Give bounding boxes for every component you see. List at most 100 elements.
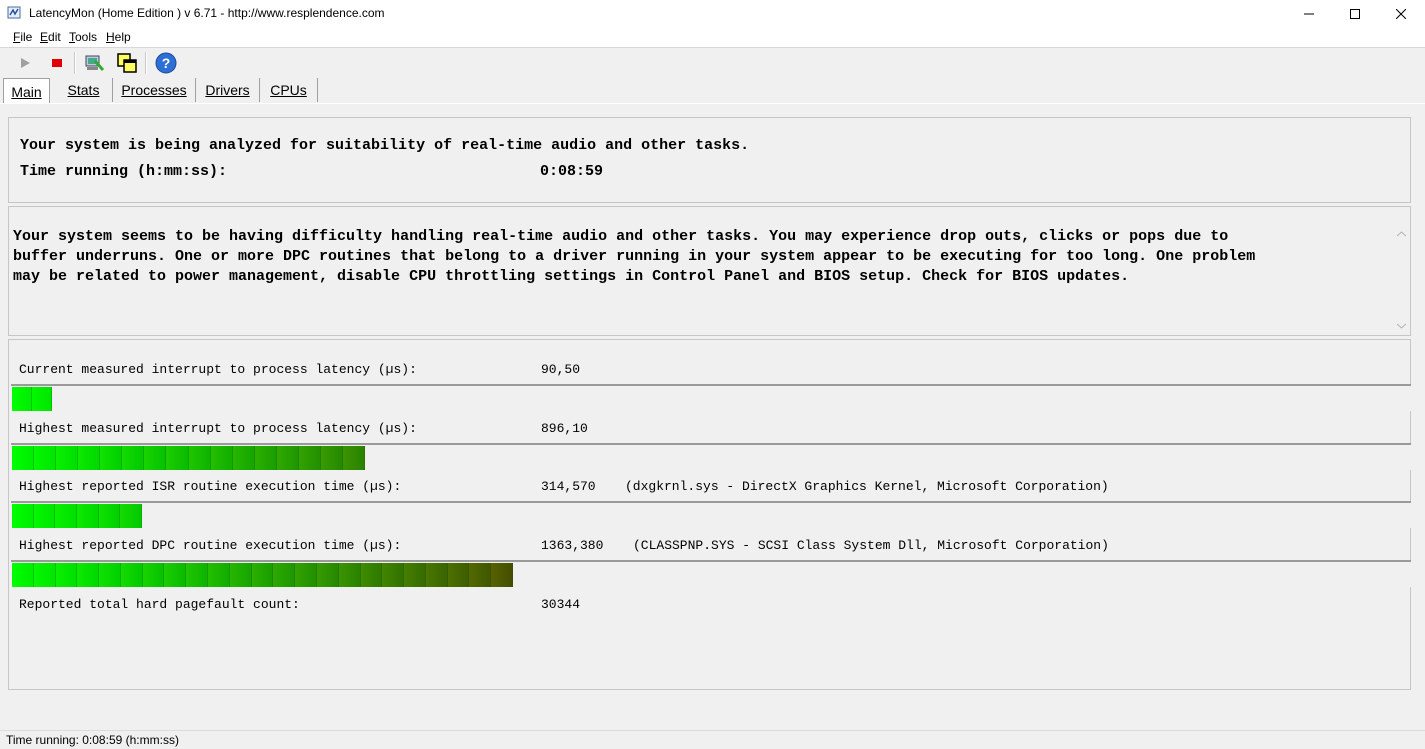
play-icon (21, 58, 30, 68)
bar-segment (273, 563, 296, 587)
bar-segment (254, 446, 277, 470)
dpc-time-bar-fill (12, 563, 513, 587)
isr-driver-detail: (dxgkrnl.sys - DirectX Graphics Kernel, … (625, 479, 1109, 494)
bar-segment (144, 446, 167, 470)
windows-icon (117, 53, 137, 73)
bar-segment (276, 446, 299, 470)
bar-segment (229, 563, 252, 587)
current-latency-value: 90,50 (541, 362, 581, 377)
menu-edit[interactable]: Edit (40, 30, 61, 44)
bar-segment (342, 446, 365, 470)
bar-segment (491, 563, 513, 587)
title-bar[interactable]: LatencyMon (Home Edition ) v 6.71 - http… (0, 0, 1425, 27)
tab-cpus[interactable]: CPUs (260, 78, 318, 102)
bar-segment (33, 504, 56, 528)
bar-segment (425, 563, 448, 587)
status-bar: Time running: 0:08:59 (h:mm:ss) (0, 730, 1425, 749)
tab-label: CPUs (270, 82, 307, 98)
bar-segment (122, 446, 145, 470)
current-latency-bar (11, 384, 1411, 411)
menu-file[interactable]: File (13, 30, 32, 44)
tab-divider (0, 103, 1425, 104)
dpc-time-value: 1363,380 (541, 538, 604, 553)
bar-segment (12, 563, 34, 587)
bar-segment (12, 387, 32, 411)
bar-segment (99, 563, 121, 587)
tab-label: Processes (121, 82, 187, 98)
window-title: LatencyMon (Home Edition ) v 6.71 - http… (29, 6, 385, 20)
hardware-icon (85, 55, 105, 71)
menu-help[interactable]: Help (106, 30, 131, 44)
windows-button[interactable] (115, 51, 139, 75)
menu-tools[interactable]: Tools (69, 30, 97, 44)
help-button[interactable]: ? (154, 51, 178, 75)
highest-latency-bar-fill (12, 446, 365, 470)
menu-bar: File Edit Tools Help (0, 27, 1425, 48)
dpc-time-label: Highest reported DPC routine execution t… (19, 538, 402, 553)
bar-segment (77, 563, 100, 587)
bar-segment (469, 563, 492, 587)
conclusion-line-1: Your system seems to be having difficult… (13, 228, 1229, 245)
pagefault-value: 30344 (541, 597, 581, 612)
highest-latency-bar (11, 443, 1411, 470)
bar-segment (188, 446, 211, 470)
bar-segment (55, 504, 77, 528)
toolbar-separator (145, 52, 147, 74)
maximize-icon (1350, 8, 1360, 19)
bar-segment (447, 563, 470, 587)
bar-segment (33, 563, 56, 587)
bar-segment (316, 563, 339, 587)
help-icon: ? (155, 52, 177, 74)
dpc-driver-detail: (CLASSPNP.SYS - SCSI Class System Dll, M… (633, 538, 1109, 553)
bar-segment (360, 563, 383, 587)
isr-time-bar (11, 501, 1411, 528)
conclusion-scrollbar[interactable] (1393, 207, 1410, 335)
bar-segment (12, 446, 35, 470)
maximize-button[interactable] (1332, 0, 1378, 27)
highest-latency-value: 896,10 (541, 421, 588, 436)
bar-segment (142, 563, 165, 587)
svg-text:?: ? (162, 55, 171, 71)
bar-segment (186, 563, 209, 587)
bar-segment (78, 446, 101, 470)
bar-segment (164, 563, 187, 587)
bar-segment (382, 563, 405, 587)
close-button[interactable] (1378, 0, 1424, 27)
bar-segment (166, 446, 189, 470)
conclusion-line-3: may be related to power management, disa… (13, 268, 1130, 285)
scroll-up-icon[interactable] (1397, 231, 1406, 237)
start-button[interactable] (13, 51, 37, 75)
tab-processes[interactable]: Processes (113, 78, 196, 102)
bar-segment (56, 446, 79, 470)
hardware-button[interactable] (83, 51, 107, 75)
bar-segment (320, 446, 343, 470)
metrics-panel: Current measured interrupt to process la… (8, 339, 1411, 690)
analysis-text: Your system is being analyzed for suitab… (20, 137, 750, 154)
tab-stats[interactable]: Stats (55, 78, 113, 102)
analysis-status-panel: Your system is being analyzed for suitab… (8, 117, 1411, 203)
stop-icon (52, 59, 62, 67)
bar-segment (232, 446, 255, 470)
bar-segment (338, 563, 361, 587)
bar-segment (34, 446, 57, 470)
scroll-down-icon[interactable] (1397, 323, 1406, 329)
highest-latency-label: Highest measured interrupt to process la… (19, 421, 417, 436)
minimize-icon (1304, 13, 1314, 14)
bar-segment (12, 504, 34, 528)
stop-button[interactable] (45, 51, 69, 75)
tab-drivers[interactable]: Drivers (196, 78, 260, 102)
conclusion-panel: Your system seems to be having difficult… (8, 206, 1411, 336)
tab-label: Stats (67, 82, 100, 98)
bar-segment (32, 387, 52, 411)
bar-segment (295, 563, 317, 587)
isr-time-label: Highest reported ISR routine execution t… (19, 479, 402, 494)
isr-time-value: 314,570 (541, 479, 596, 494)
dpc-time-bar (11, 560, 1411, 587)
pagefault-label: Reported total hard pagefault count: (19, 597, 300, 612)
minimize-button[interactable] (1286, 0, 1332, 27)
bar-segment (210, 446, 233, 470)
close-icon (1396, 8, 1406, 19)
time-running-value: 0:08:59 (540, 163, 604, 180)
tab-main[interactable]: Main (3, 78, 50, 104)
bar-segment (404, 563, 426, 587)
